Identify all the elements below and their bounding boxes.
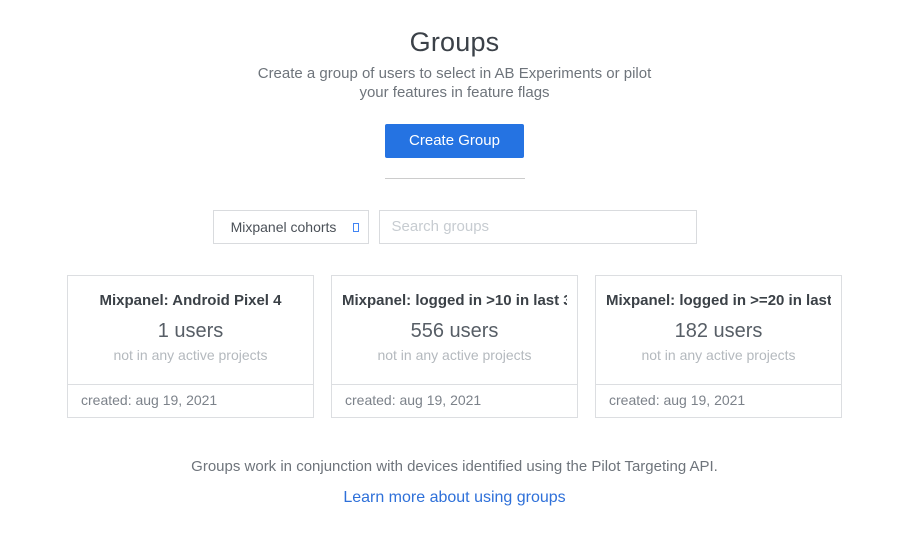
create-group-button[interactable]: Create Group — [385, 124, 524, 158]
group-user-count: 556 users — [342, 320, 567, 343]
learn-more-link[interactable]: Learn more about using groups — [343, 489, 565, 506]
group-user-count: 1 users — [78, 320, 303, 343]
page-subtitle: Create a group of users to select in AB … — [255, 65, 655, 103]
group-created-date: created: aug 19, 2021 — [332, 384, 577, 417]
group-card-body: Mixpanel: Android Pixel 4 1 users not in… — [68, 276, 313, 384]
group-status: not in any active projects — [342, 347, 567, 363]
group-status: not in any active projects — [606, 347, 831, 363]
group-card[interactable]: Mixpanel: logged in >10 in last 30 ... 5… — [331, 275, 578, 418]
cohort-source-dropdown-value: Mixpanel cohorts — [231, 219, 351, 235]
group-cards-row: Mixpanel: Android Pixel 4 1 users not in… — [0, 275, 909, 418]
group-name: Mixpanel: Android Pixel 4 — [78, 292, 303, 309]
group-status: not in any active projects — [78, 347, 303, 363]
cohort-source-dropdown[interactable]: Mixpanel cohorts — [213, 210, 369, 244]
group-created-date: created: aug 19, 2021 — [596, 384, 841, 417]
group-created-date: created: aug 19, 2021 — [68, 384, 313, 417]
footer-note: Groups work in conjunction with devices … — [0, 458, 909, 475]
create-button-container: Create Group — [0, 124, 909, 158]
group-user-count: 182 users — [606, 320, 831, 343]
group-card-body: Mixpanel: logged in >10 in last 30 ... 5… — [332, 276, 577, 384]
groups-page: Groups Create a group of users to select… — [0, 0, 909, 558]
search-groups-input[interactable] — [379, 210, 697, 244]
group-card[interactable]: Mixpanel: Android Pixel 4 1 users not in… — [67, 275, 314, 418]
page-header: Groups Create a group of users to select… — [0, 0, 909, 103]
learn-more-container: Learn more about using groups — [0, 489, 909, 507]
dropdown-arrow-icon — [353, 223, 359, 232]
group-card-body: Mixpanel: logged in >=20 in last 30... 1… — [596, 276, 841, 384]
group-name: Mixpanel: logged in >10 in last 30 ... — [342, 292, 567, 309]
page-title: Groups — [0, 27, 909, 58]
group-name: Mixpanel: logged in >=20 in last 30... — [606, 292, 831, 309]
filter-row: Mixpanel cohorts — [0, 210, 909, 244]
group-card[interactable]: Mixpanel: logged in >=20 in last 30... 1… — [595, 275, 842, 418]
section-divider — [385, 178, 525, 179]
